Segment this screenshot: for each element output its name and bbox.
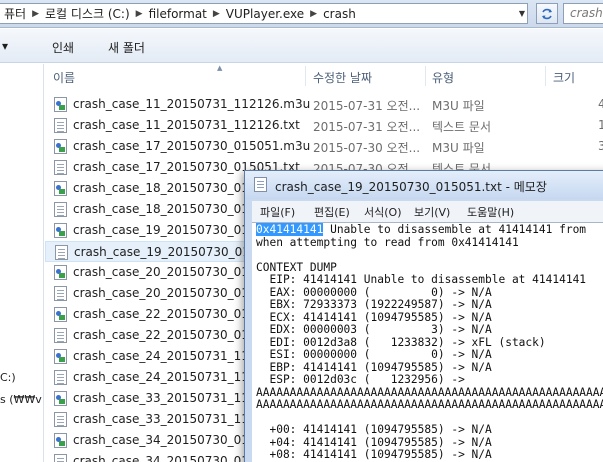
column-name[interactable]: 이름 bbox=[53, 69, 75, 86]
sort-ascending-icon: ▲ bbox=[217, 64, 223, 72]
text-file-icon bbox=[54, 160, 67, 175]
m3u-file-icon bbox=[54, 391, 67, 406]
nav-item-drive[interactable]: C:) bbox=[0, 371, 16, 384]
notepad-menubar: 파일(F) 편집(E) 서식(O) 보기(V) 도움말(H) bbox=[252, 201, 603, 222]
menu-format[interactable]: 서식(O) bbox=[364, 204, 401, 220]
file-name: crash_case_34_20150730_01510 bbox=[73, 433, 272, 447]
menu-edit[interactable]: 편집(E) bbox=[314, 204, 350, 220]
address-bar: 퓨터 ▶ 로컬 디스크 (C:) ▶ fileformat ▶ VUPlayer… bbox=[0, 0, 603, 28]
column-divider[interactable] bbox=[305, 66, 306, 86]
file-row[interactable]: crash_case_11_20150731_112126.m3u 2015-07… bbox=[45, 94, 603, 115]
notepad-body: when attempting to read from 0x41414141 … bbox=[256, 235, 603, 461]
menu-file[interactable]: 파일(F) bbox=[260, 204, 295, 220]
notepad-content: 0x41414141 Unable to disassemble at 4141… bbox=[252, 223, 603, 462]
file-name: crash_case_24_20150731_11213 bbox=[73, 349, 272, 363]
file-name: crash_case_18_20150730_01505 bbox=[73, 202, 272, 216]
breadcrumb-fileformat[interactable]: fileformat bbox=[145, 7, 211, 21]
refresh-icon bbox=[542, 8, 552, 19]
column-header-row: ▲ 이름 수정한 날짜 유형 크기 bbox=[45, 64, 603, 88]
file-name: crash_case_11_20150731_112126.txt bbox=[73, 118, 300, 132]
text-file-icon bbox=[55, 245, 68, 260]
text-file-icon bbox=[54, 202, 67, 217]
text-file-icon bbox=[54, 370, 67, 385]
notepad-icon bbox=[254, 177, 267, 192]
toolbar-dropdown-icon[interactable]: ▾ bbox=[2, 39, 8, 53]
file-type: M3U 파일 bbox=[432, 99, 485, 113]
file-name: crash_case_22_20150730_01505 bbox=[73, 307, 272, 321]
address-dropdown-icon[interactable]: ▼ bbox=[516, 5, 528, 22]
search-input[interactable]: crash bbox=[563, 3, 603, 24]
text-file-icon bbox=[54, 328, 67, 343]
breadcrumb-separator-icon[interactable]: ▶ bbox=[308, 9, 319, 19]
column-divider[interactable] bbox=[425, 66, 426, 86]
file-date: 2015-07-31 오전... bbox=[313, 99, 421, 113]
breadcrumb-local-disk[interactable]: 로컬 디스크 (C:) bbox=[41, 5, 134, 22]
file-name: crash_case_24_20150731_11213 bbox=[73, 370, 272, 384]
m3u-file-icon bbox=[54, 181, 67, 196]
file-name: crash_case_20_20150730_01505 bbox=[73, 265, 272, 279]
text-file-icon bbox=[54, 412, 67, 427]
breadcrumb-computer[interactable]: 퓨터 bbox=[0, 5, 30, 22]
text-file-icon bbox=[54, 454, 67, 462]
new-folder-button[interactable]: 새 폴더 bbox=[108, 39, 145, 56]
column-divider[interactable] bbox=[545, 66, 546, 86]
file-date: 2015-07-31 오전... bbox=[313, 120, 421, 134]
file-row[interactable]: crash_case_17_20150730_015051.m3u 2015-07… bbox=[45, 136, 603, 157]
breadcrumb-vuplayer[interactable]: VUPlayer.exe bbox=[222, 7, 308, 21]
text-file-icon bbox=[54, 286, 67, 301]
file-size: 1 bbox=[598, 118, 603, 132]
menu-help[interactable]: 도움말(H) bbox=[467, 204, 514, 220]
notepad-title: crash_case_19_20150730_015051.txt - 메모장 bbox=[275, 180, 547, 194]
file-type: M3U 파일 bbox=[432, 141, 485, 155]
file-name: crash_case_33_20150731_11214 bbox=[73, 391, 272, 405]
nav-item-network[interactable]: s (₩₩v bbox=[0, 393, 42, 406]
command-toolbar: ▾ 인쇄 새 폴더 bbox=[0, 29, 603, 63]
file-name: crash_case_34_20150730_01510 bbox=[73, 454, 272, 462]
notepad-text-area[interactable]: 0x41414141 Unable to disassemble at 4141… bbox=[252, 222, 603, 462]
notepad-titlebar[interactable]: crash_case_19_20150730_015051.txt - 메모장 bbox=[245, 171, 603, 199]
selected-text: 0x41414141 bbox=[256, 223, 324, 236]
notepad-window: crash_case_19_20150730_015051.txt - 메모장 … bbox=[244, 170, 603, 462]
breadcrumb-crash[interactable]: crash bbox=[319, 7, 360, 21]
breadcrumb-separator-icon[interactable]: ▶ bbox=[30, 9, 41, 19]
m3u-file-icon bbox=[54, 97, 67, 112]
first-line-text: Unable to disassemble at 41414141 from bbox=[323, 223, 587, 236]
print-button[interactable]: 인쇄 bbox=[52, 39, 74, 56]
file-size: 4 bbox=[598, 97, 603, 111]
m3u-file-icon bbox=[54, 307, 67, 322]
column-type[interactable]: 유형 bbox=[432, 69, 454, 86]
navigation-pane: C:) s (₩₩v bbox=[0, 64, 44, 462]
file-name: crash_case_18_20150730_01505 bbox=[73, 181, 272, 195]
file-size: 3 bbox=[598, 139, 603, 153]
file-name: crash_case_17_20150730_015051.m3u bbox=[73, 139, 311, 153]
file-row[interactable]: crash_case_11_20150731_112126.txt 2015-07… bbox=[45, 115, 603, 136]
breadcrumb-separator-icon[interactable]: ▶ bbox=[134, 9, 145, 19]
breadcrumb[interactable]: 퓨터 ▶ 로컬 디스크 (C:) ▶ fileformat ▶ VUPlayer… bbox=[0, 3, 528, 24]
m3u-file-icon bbox=[54, 223, 67, 238]
file-date: 2015-07-30 오전... bbox=[313, 141, 421, 155]
m3u-file-icon bbox=[54, 265, 67, 280]
breadcrumb-separator-icon[interactable]: ▶ bbox=[211, 9, 222, 19]
m3u-file-icon bbox=[54, 349, 67, 364]
menu-view[interactable]: 보기(V) bbox=[414, 204, 450, 220]
file-name: crash_case_19_20150730_01505 bbox=[73, 223, 272, 237]
column-size[interactable]: 크기 bbox=[553, 69, 575, 86]
file-name: crash_case_33_20150731_11214 bbox=[73, 412, 272, 426]
file-name: crash_case_20_20150730_01505 bbox=[73, 286, 272, 300]
text-file-icon bbox=[54, 118, 67, 133]
m3u-file-icon bbox=[54, 433, 67, 448]
refresh-button[interactable] bbox=[536, 3, 558, 24]
file-name: crash_case_22_20150730_01505 bbox=[73, 328, 272, 342]
column-date[interactable]: 수정한 날짜 bbox=[313, 69, 372, 86]
file-name: crash_case_11_20150731_112126.m3u bbox=[73, 97, 311, 111]
file-type: 텍스트 문서 bbox=[432, 120, 492, 134]
m3u-file-icon bbox=[54, 139, 67, 154]
